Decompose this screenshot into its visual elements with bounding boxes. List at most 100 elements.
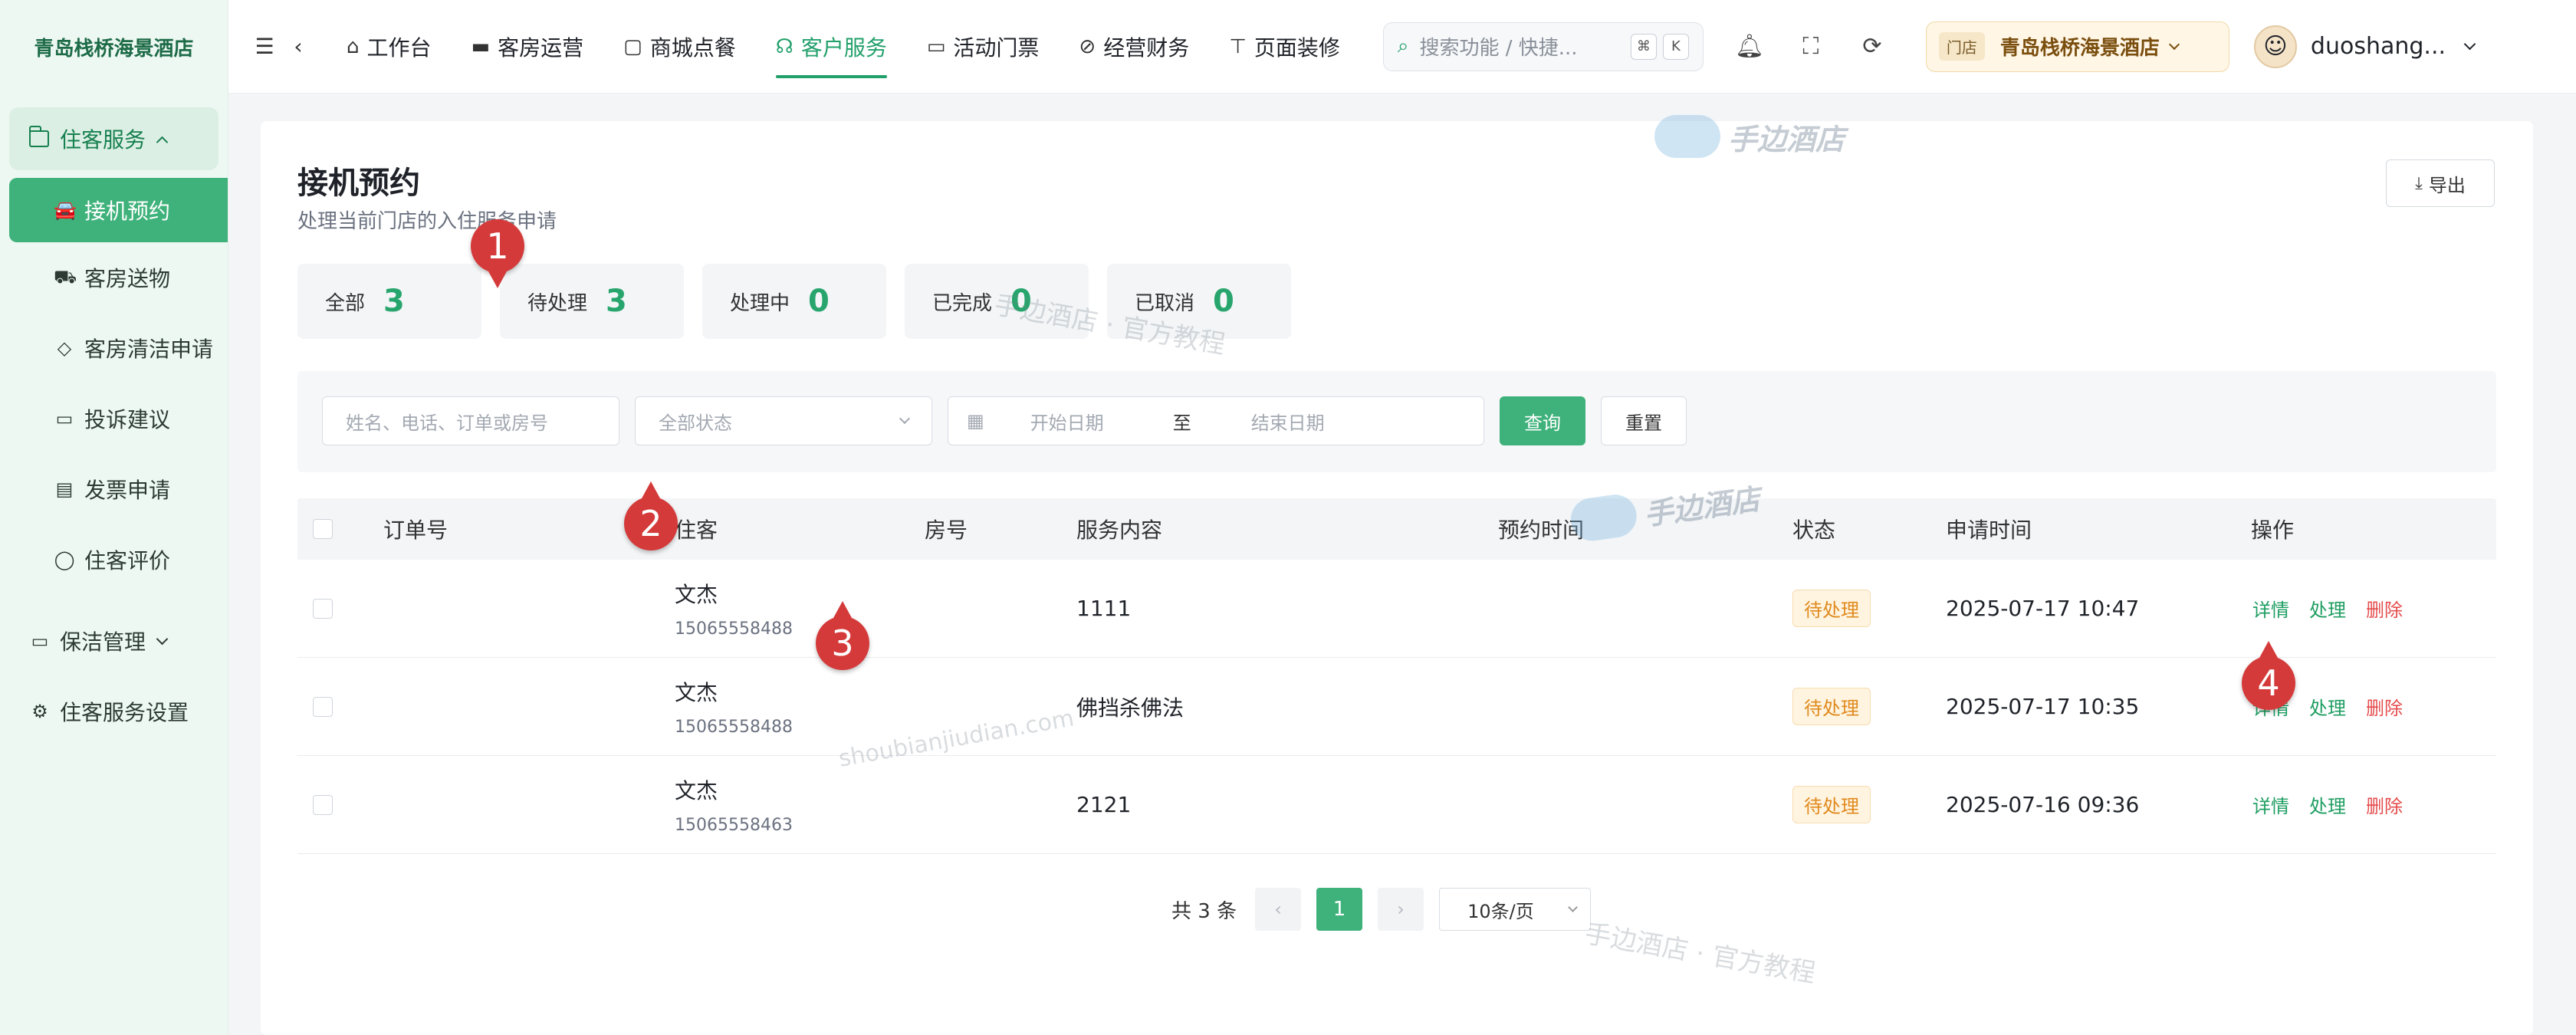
sidebar-item-pickup[interactable]: 🚘 接机预约 bbox=[9, 178, 228, 242]
end-date-placeholder[interactable]: 结束日期 bbox=[1251, 408, 1325, 435]
row-checkbox[interactable] bbox=[313, 794, 333, 815]
handle-link[interactable]: 处理 bbox=[2309, 791, 2346, 818]
row-checkbox[interactable] bbox=[313, 696, 333, 717]
cmd-key: ⌘ bbox=[1630, 33, 1657, 60]
row-checkbox[interactable] bbox=[313, 598, 333, 619]
shortcut-hint: ⌘ K bbox=[1630, 33, 1689, 60]
collapse-menu-icon[interactable]: ☰ bbox=[251, 34, 278, 59]
prev-page-button[interactable]: ‹ bbox=[1255, 888, 1302, 931]
status-select[interactable]: 全部状态 bbox=[635, 396, 932, 445]
next-page-button[interactable]: › bbox=[1378, 888, 1424, 931]
tab-page-design[interactable]: ⊤ 页面装修 bbox=[1209, 0, 1360, 94]
refresh-icon[interactable]: ⟳ bbox=[1842, 33, 1903, 60]
status-cell: 待处理 bbox=[1792, 756, 1871, 853]
detail-link[interactable]: 详情 bbox=[2252, 595, 2289, 622]
export-button[interactable]: ⤓ 导出 bbox=[2386, 159, 2495, 207]
detail-link[interactable]: 详情 bbox=[2252, 791, 2289, 818]
chat-icon: ◯ bbox=[54, 549, 75, 570]
sidebar-group-guest-service[interactable]: 住客服务 bbox=[9, 107, 219, 170]
status-placeholder: 全部状态 bbox=[659, 412, 732, 434]
status-badge: 待处理 bbox=[1792, 688, 1871, 725]
stat-label: 待处理 bbox=[527, 291, 588, 315]
page-size-select[interactable]: 10条/页 bbox=[1439, 888, 1592, 931]
bed-icon: ▬ bbox=[471, 34, 491, 58]
export-label: 导出 bbox=[2428, 174, 2466, 196]
tab-label: 客户服务 bbox=[800, 34, 887, 61]
row-actions: 详情 处理 删除 bbox=[2252, 560, 2423, 657]
tab-workbench[interactable]: ⌂ 工作台 bbox=[327, 0, 452, 94]
chevron-down-icon bbox=[156, 632, 169, 645]
table-row: 文杰 15065558463 2121 待处理 2025-07-16 09:36… bbox=[297, 756, 2496, 854]
sidebar-group-label: 住客服务 bbox=[60, 127, 146, 153]
sidebar-item-invoice[interactable]: ▤ 发票申请 bbox=[0, 454, 228, 524]
table-row: 文杰 15065558488 佛挡杀佛法 待处理 2025-07-17 10:3… bbox=[297, 658, 2496, 756]
fullscreen-icon[interactable]: ⛶ bbox=[1780, 33, 1842, 60]
sidebar-group-cleaning[interactable]: ▭ 保洁管理 bbox=[0, 606, 228, 676]
store-selector[interactable]: 门店 青岛栈桥海景酒店 bbox=[1925, 21, 2229, 72]
stat-label: 处理中 bbox=[730, 291, 790, 315]
sidebar-item-reviews[interactable]: ◯ 住客评价 bbox=[0, 524, 228, 595]
start-date-placeholder[interactable]: 开始日期 bbox=[1030, 408, 1104, 435]
tab-mall[interactable]: ▢ 商城点餐 bbox=[603, 0, 756, 94]
tab-label: 客房运营 bbox=[498, 34, 584, 61]
stat-all[interactable]: 全部 3 bbox=[297, 264, 481, 339]
stat-count: 3 bbox=[383, 284, 405, 319]
delete-link[interactable]: 删除 bbox=[2366, 595, 2403, 622]
applied-time: 2025-07-17 10:47 bbox=[1946, 596, 2140, 621]
sidebar-item-room-delivery[interactable]: ⛟ 客房送物 bbox=[0, 242, 228, 313]
handle-link[interactable]: 处理 bbox=[2309, 693, 2346, 720]
toolbar-icons: 🔔︎ ⛶ ⟳ bbox=[1719, 33, 1903, 60]
guest-phone: 15065558463 bbox=[675, 816, 793, 835]
top-bar: ☰ ‹ ⌂ 工作台 ▬ 客房运营 ▢ 商城点餐 ☊ 客户服务 ▭ 活动门票 ⊘ … bbox=[228, 0, 2576, 94]
guest-phone: 15065558488 bbox=[675, 718, 793, 737]
tab-label: 经营财务 bbox=[1103, 34, 1190, 61]
stat-processing[interactable]: 处理中 0 bbox=[702, 264, 886, 339]
col-order: 订单号 bbox=[383, 518, 449, 543]
sidebar-item-label: 住客服务设置 bbox=[60, 700, 189, 725]
handle-link[interactable]: 处理 bbox=[2309, 595, 2346, 622]
cloud-logo-icon bbox=[1654, 115, 1720, 158]
stat-label: 全部 bbox=[325, 291, 366, 315]
page-1-button[interactable]: 1 bbox=[1316, 888, 1363, 931]
invoice-icon: ▤ bbox=[55, 478, 74, 500]
sidebar-item-settings[interactable]: ⚙ 住客服务设置 bbox=[0, 676, 228, 747]
chevron-down-icon bbox=[2168, 38, 2180, 50]
store-tag: 门店 bbox=[1938, 32, 1985, 61]
broom-icon: ◇ bbox=[57, 337, 72, 359]
annotation-marker-1: 1 bbox=[471, 219, 524, 288]
sidebar-item-complaints[interactable]: ▭ 投诉建议 bbox=[0, 383, 228, 454]
date-range-picker[interactable]: ▦ 开始日期 至 结束日期 bbox=[948, 396, 1484, 445]
search-placeholder: 搜索功能 / 快捷... bbox=[1419, 37, 1578, 60]
delete-link[interactable]: 删除 bbox=[2366, 791, 2403, 818]
tab-room-ops[interactable]: ▬ 客房运营 bbox=[452, 0, 604, 94]
guest-name: 文杰 bbox=[675, 680, 718, 705]
col-status: 状态 bbox=[1792, 518, 1836, 543]
sidebar-item-label: 发票申请 bbox=[84, 478, 171, 503]
guest-name: 文杰 bbox=[675, 582, 718, 607]
col-actions: 操作 bbox=[2251, 518, 2295, 543]
user-menu[interactable]: ☺ duoshang... bbox=[2253, 25, 2476, 68]
delete-link[interactable]: 删除 bbox=[2366, 693, 2403, 720]
brush-icon: ⊤ bbox=[1229, 34, 1247, 58]
tab-tickets[interactable]: ▭ 活动门票 bbox=[907, 0, 1060, 94]
applied-time: 2025-07-16 09:36 bbox=[1946, 792, 2140, 817]
select-all-checkbox[interactable] bbox=[313, 519, 333, 539]
reset-button[interactable]: 重置 bbox=[1601, 396, 1687, 445]
tab-finance[interactable]: ⊘ 经营财务 bbox=[1059, 0, 1209, 94]
brand-title: 青岛栈桥海景酒店 bbox=[34, 37, 194, 61]
stat-pending[interactable]: 待处理 3 bbox=[500, 264, 684, 339]
cloud-logo-icon bbox=[1568, 491, 1640, 544]
guest-cell: 文杰 15065558463 bbox=[675, 756, 793, 853]
row-actions: 详情 处理 删除 bbox=[2252, 756, 2423, 853]
global-search[interactable]: ⌕ 搜索功能 / 快捷... ⌘ K bbox=[1382, 21, 1704, 71]
table-row: 文杰 15065558488 1111 待处理 2025-07-17 10:47… bbox=[297, 560, 2496, 658]
status-cell: 待处理 bbox=[1792, 560, 1871, 657]
tab-customer-service[interactable]: ☊ 客户服务 bbox=[756, 0, 907, 94]
page-size-value: 10条/页 bbox=[1467, 900, 1534, 922]
back-arrow-icon[interactable]: ‹ bbox=[285, 34, 311, 59]
keyword-placeholder: 姓名、电话、订单或房号 bbox=[346, 412, 548, 434]
query-button[interactable]: 查询 bbox=[1500, 396, 1585, 445]
keyword-input[interactable]: 姓名、电话、订单或房号 bbox=[322, 396, 619, 445]
sidebar-item-cleaning[interactable]: ◇ 客房清洁申请 bbox=[0, 313, 228, 383]
bell-icon[interactable]: 🔔︎ bbox=[1719, 33, 1780, 60]
